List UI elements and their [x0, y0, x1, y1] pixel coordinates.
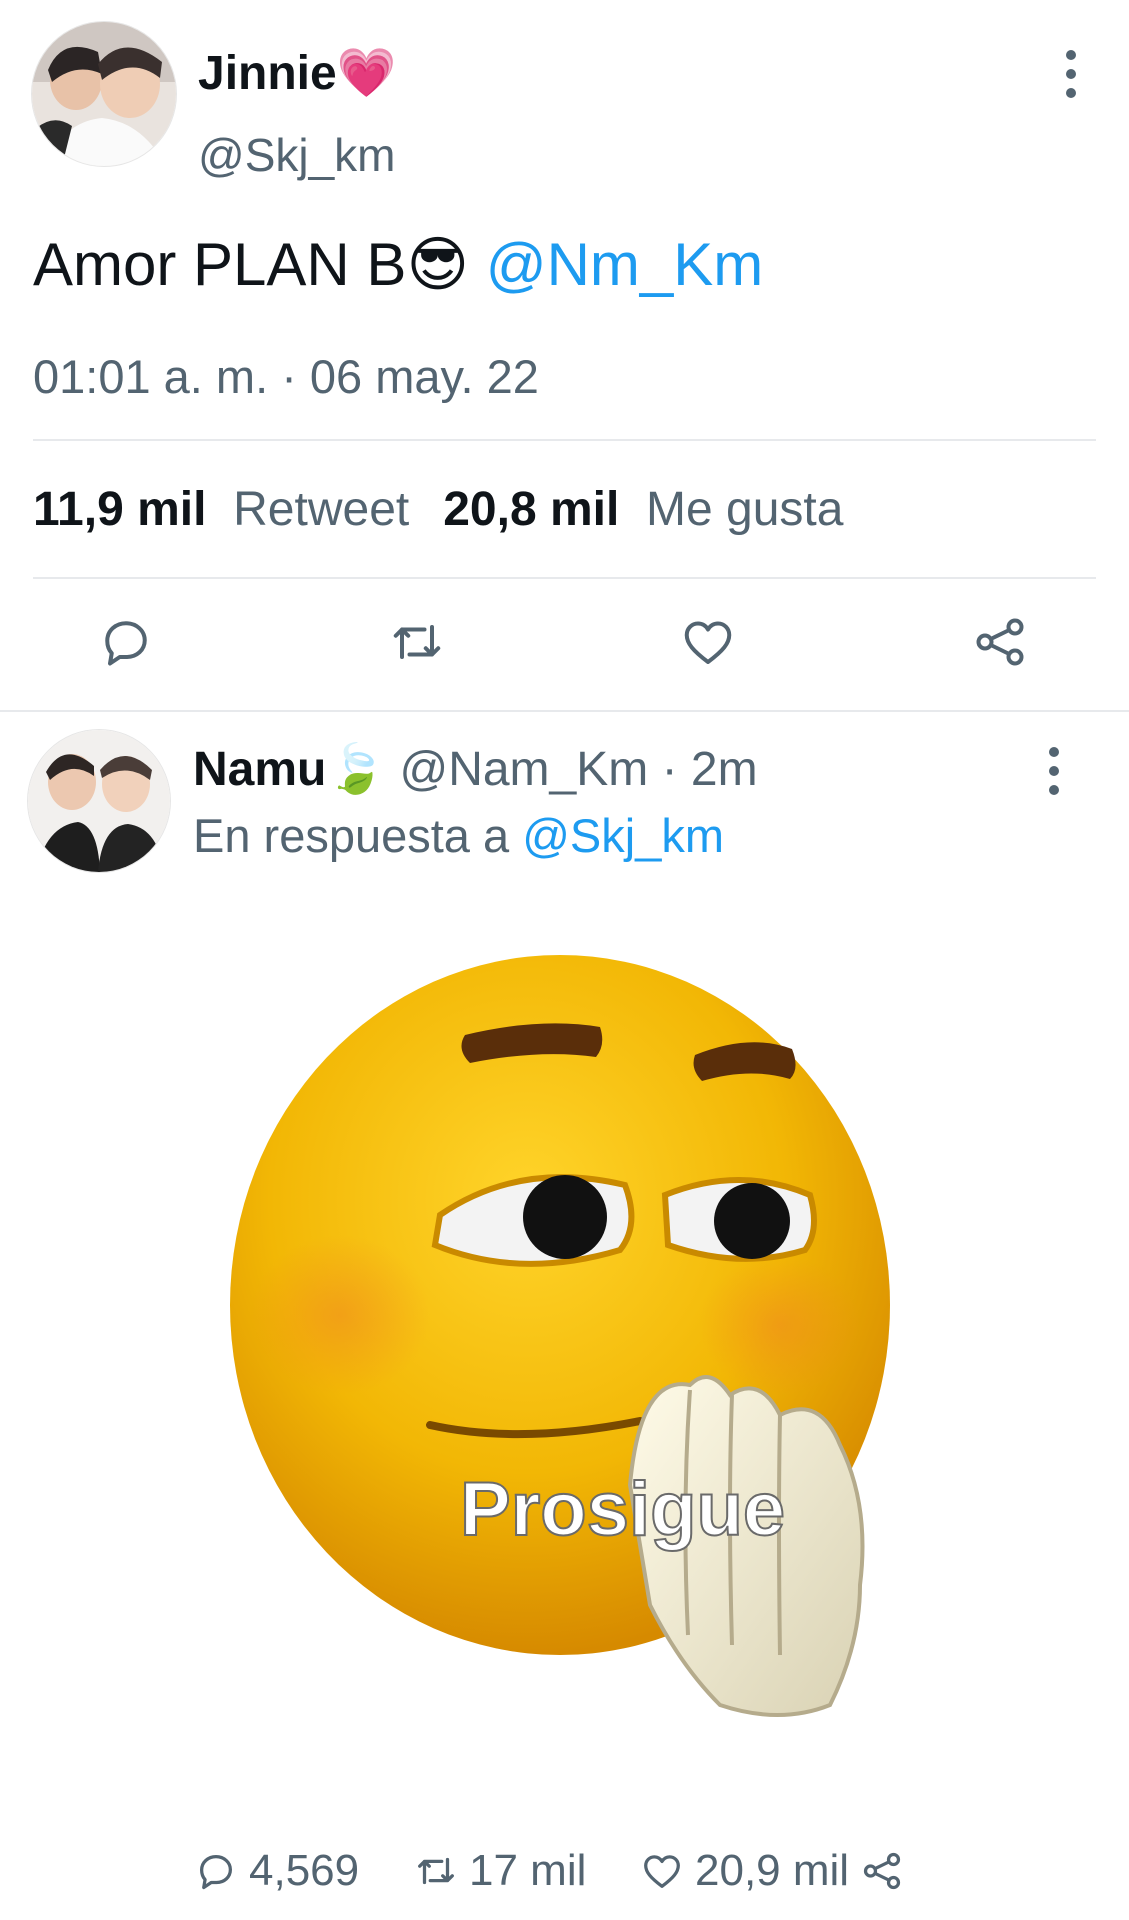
reply-count: 4,569 [249, 1846, 360, 1895]
mention-link[interactable]: @Nm_Km [486, 231, 764, 298]
avatar-photo [28, 730, 170, 872]
display-name[interactable]: Namu🍃 [193, 743, 386, 796]
avatar-photo [32, 22, 176, 166]
tweet-text: Amor PLAN B😎 @Nm_Km [33, 231, 764, 298]
divider [33, 577, 1096, 579]
reply-header: Namu🍃 @Nam_Km · 2m [193, 740, 758, 797]
share-icon [863, 1852, 901, 1890]
reply-context: En respuesta a @Skj_km [193, 809, 725, 862]
retweets-stat[interactable]: 11,9 mil Retweet [33, 483, 409, 536]
reply-to-link[interactable]: @Skj_km [522, 809, 724, 862]
relative-time[interactable]: 2m [691, 743, 758, 796]
retweet-count: 17 mil [469, 1846, 587, 1895]
avatar[interactable] [31, 21, 177, 167]
avatar[interactable] [27, 729, 171, 873]
tweet-separator [0, 710, 1129, 712]
more-options-icon[interactable] [1064, 50, 1078, 98]
reply-action[interactable]: 4,569 [193, 1846, 359, 1896]
engagement-stats: 11,9 mil Retweet 20,8 mil Me gusta [33, 482, 843, 537]
like-count: 20,9 mil [695, 1846, 850, 1895]
heart-icon [644, 1855, 680, 1888]
heart-icon[interactable] [678, 612, 738, 672]
user-handle[interactable]: @Skj_km [198, 128, 396, 182]
meme-image[interactable]: Prosigue [220, 945, 940, 1775]
retweet-action[interactable]: 17 mil [413, 1846, 586, 1896]
user-handle[interactable]: @Nam_Km [399, 743, 648, 796]
more-options-icon[interactable] [1047, 747, 1061, 795]
display-name[interactable]: Jinnie💗 [198, 44, 396, 101]
leaf-emoji: 🍃 [326, 743, 387, 796]
like-action[interactable]: 20,9 mil [639, 1846, 849, 1896]
share-icon[interactable] [970, 612, 1030, 672]
retweet-icon [418, 1857, 454, 1885]
sunglasses-emoji: 😎 [406, 231, 470, 298]
share-action[interactable] [859, 1848, 915, 1894]
reply-icon [199, 1854, 233, 1890]
meme-caption: Prosigue [460, 1467, 785, 1552]
retweet-icon[interactable] [387, 612, 447, 672]
divider [33, 439, 1096, 441]
likes-stat[interactable]: 20,8 mil Me gusta [443, 483, 843, 536]
reply-icon[interactable] [96, 612, 156, 672]
heart-emoji: 💗 [336, 47, 397, 100]
separator-dot: · [661, 743, 678, 796]
tweet-timestamp[interactable]: 01:01 a. m. · 06 may. 22 [33, 349, 539, 404]
